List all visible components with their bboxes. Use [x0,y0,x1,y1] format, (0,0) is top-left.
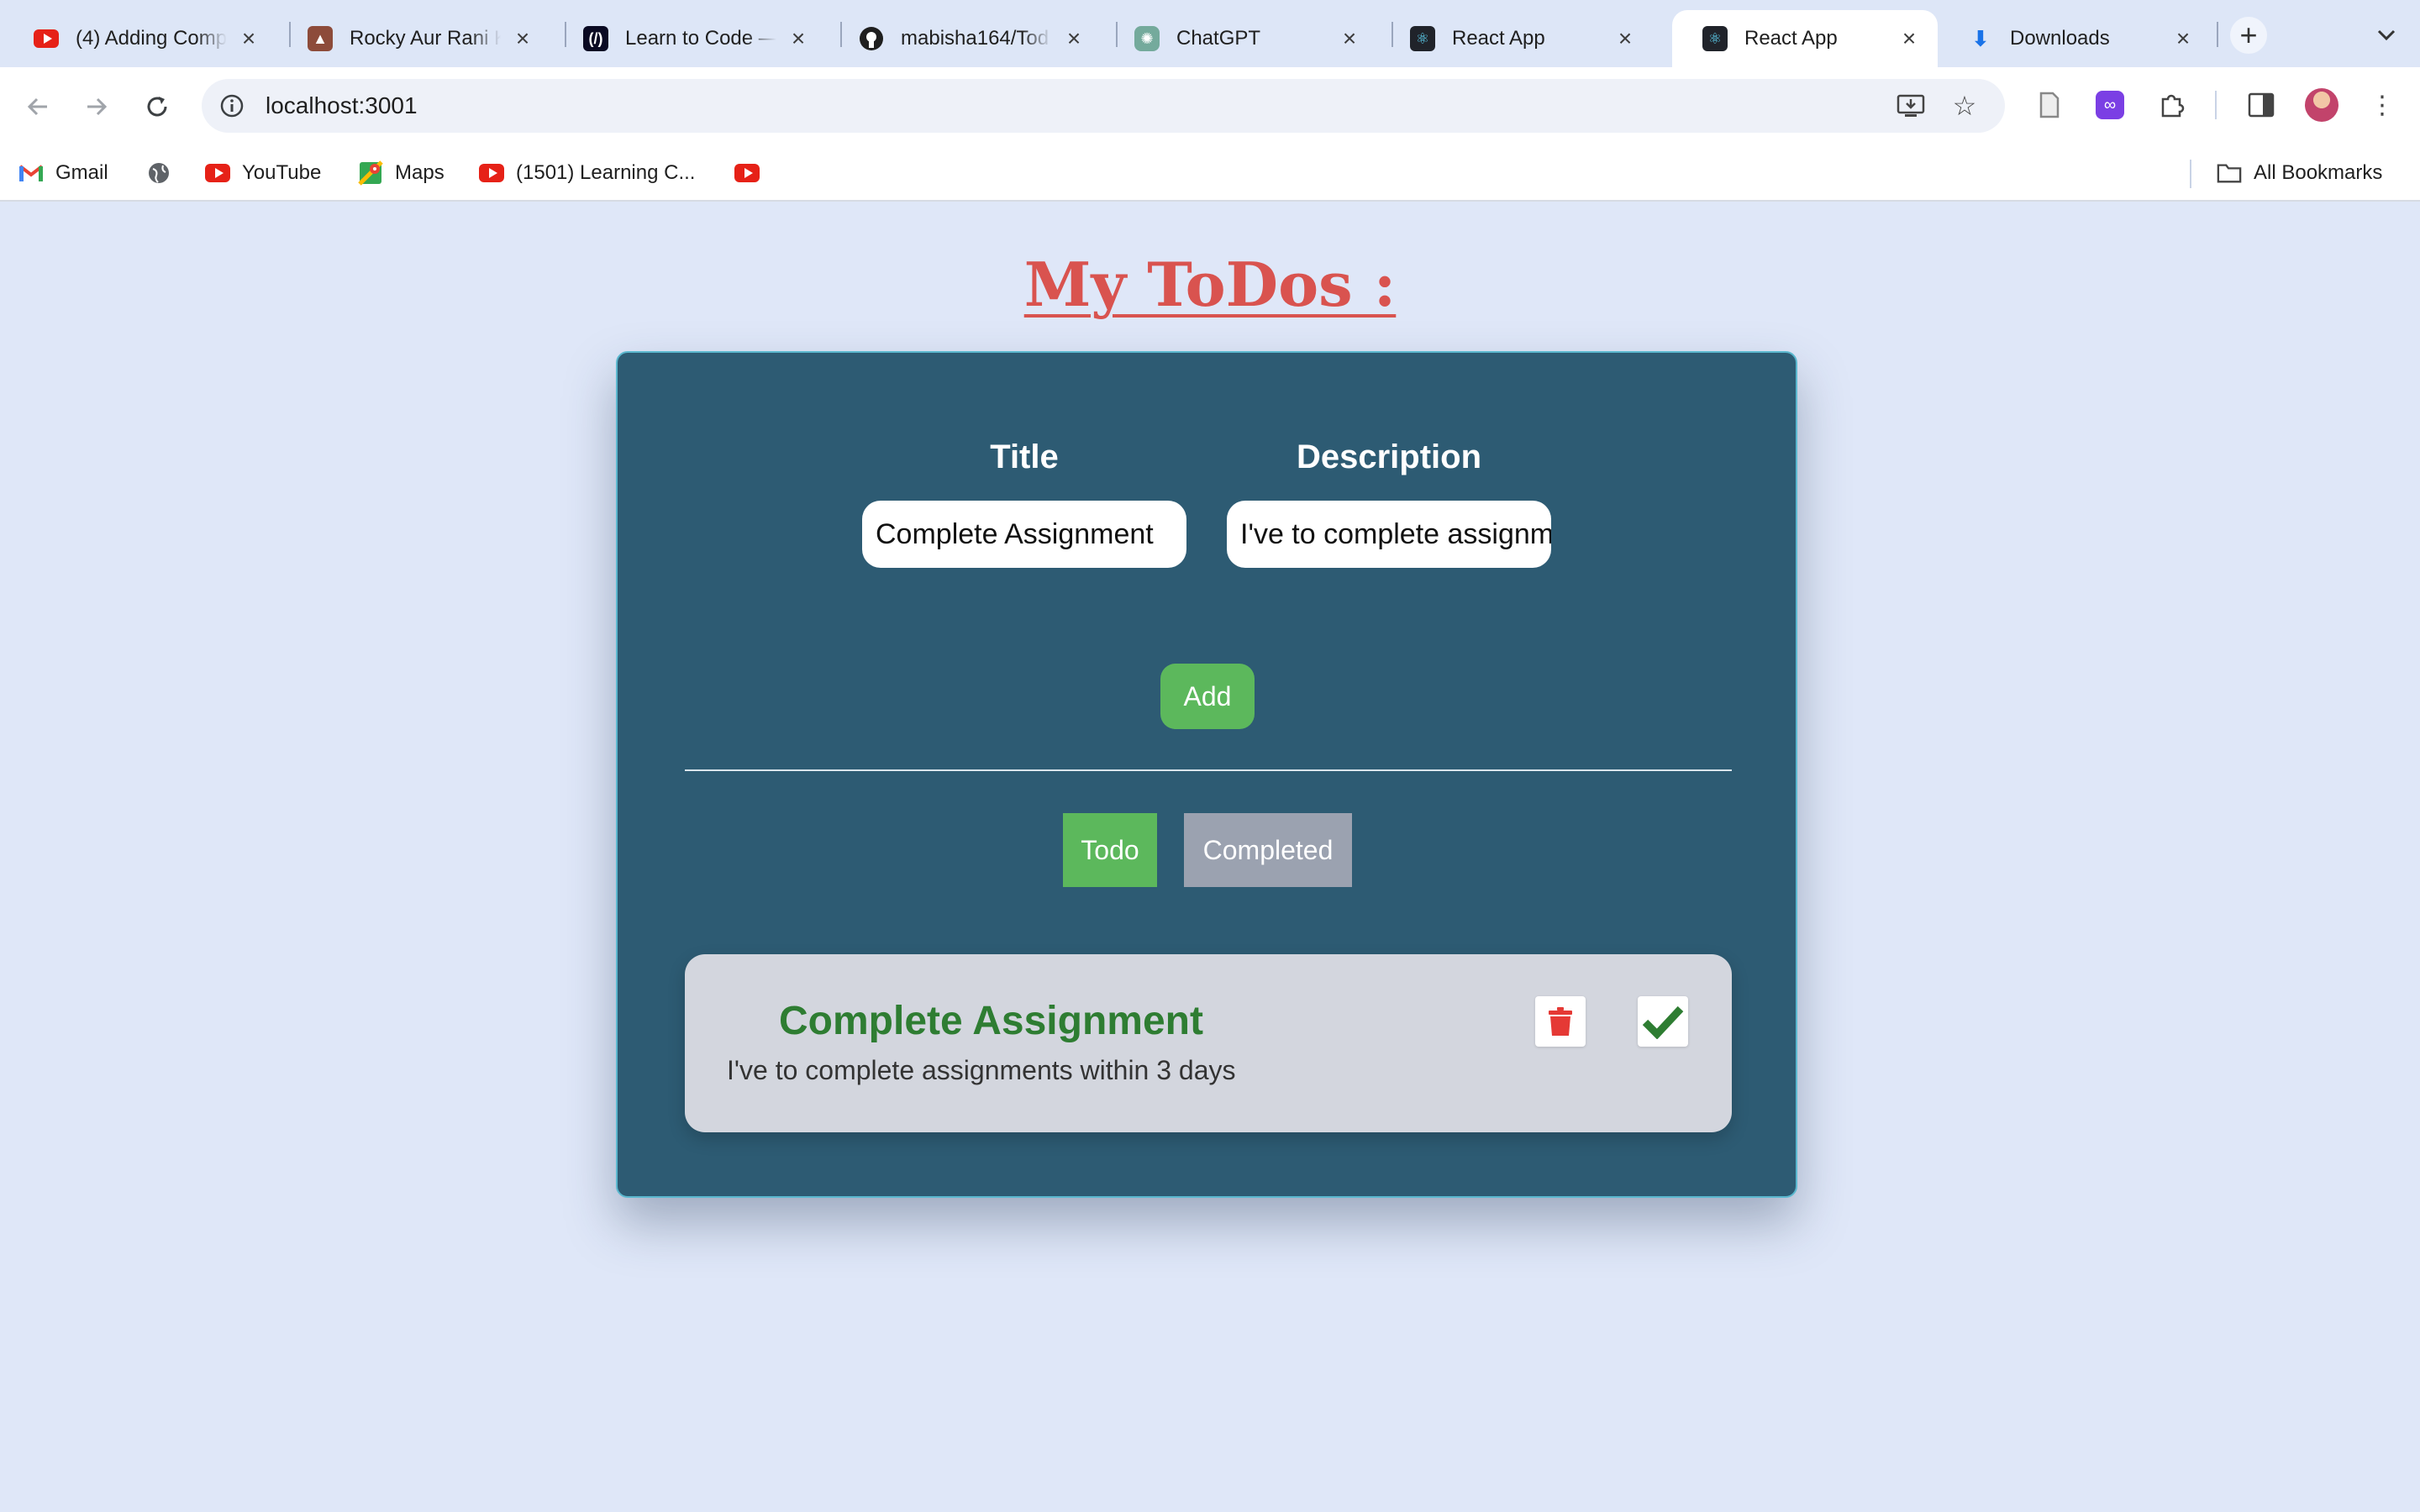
divider [685,769,1732,771]
more-menu-icon[interactable]: ⋮ [2361,84,2403,126]
delete-button[interactable] [1535,996,1586,1047]
youtube-icon [205,160,230,186]
side-panel-icon[interactable] [2240,84,2282,126]
tab-title: (4) Adding Comp [76,27,227,50]
movie-icon: ▲ [308,26,333,51]
reload-button[interactable] [136,86,178,128]
bookmark-label: Gmail [55,161,108,184]
list-item: Complete Assignment I've to complete ass… [685,954,1732,1132]
reader-mode-icon[interactable] [2028,84,2070,126]
close-icon[interactable]: × [511,27,534,50]
toolbar-divider [2215,91,2217,119]
browser-tab[interactable]: ▲ Rocky Aur Rani K × [277,10,551,67]
tab-todo[interactable]: Todo [1063,813,1157,887]
bookmark-youtube-2[interactable] [734,155,771,192]
bookmark-maps[interactable]: Maps [358,155,445,192]
site-info-icon[interactable] [215,89,249,123]
gmail-icon [18,160,44,186]
bookmarks-bar: Gmail YouTube Maps (1501) Learning C... … [0,144,2420,202]
close-icon[interactable]: × [1338,27,1361,50]
complete-button[interactable] [1638,996,1688,1047]
tab-title: Learn to Code — [625,27,776,50]
browser-tab-strip: (4) Adding Comp × ▲ Rocky Aur Rani K × (… [0,0,2420,67]
extension-icon[interactable]: ∞ [2089,84,2131,126]
tab-completed[interactable]: Completed [1184,813,1352,887]
tab-title: mabisha164/Tod [901,27,1050,50]
description-input[interactable]: I've to complete assignm [1227,501,1551,568]
youtube-icon [734,160,760,186]
tab-title: Downloads [2010,27,2110,50]
tab-title: React App [1744,27,1838,50]
arrow-left-icon [27,97,47,116]
maps-icon [358,160,383,186]
chatgpt-icon: ✺ [1134,26,1160,51]
todo-title: Complete Assignment [779,999,1203,1043]
tab-separator [2217,22,2218,47]
browser-tab[interactable]: ✺ ChatGPT × [1104,10,1378,67]
bookmarks-divider [2190,160,2191,188]
extensions-puzzle-icon[interactable] [2151,84,2193,126]
close-icon[interactable]: × [2171,27,2195,50]
bookmark-learning[interactable]: (1501) Learning C... [479,155,695,192]
react-icon: ⚛ [1410,26,1435,51]
bookmark-label: (1501) Learning C... [516,161,696,184]
bookmark-label: All Bookmarks [2254,161,2383,184]
page-title: My ToDos : [1023,249,1397,320]
bookmark-star-icon[interactable]: ☆ [1948,89,1981,123]
browser-tab[interactable]: (4) Adding Comp × [3,10,277,67]
bookmark-label: Maps [395,161,445,184]
check-icon [1642,1005,1684,1039]
description-label: Description [1296,438,1482,475]
react-icon: ⚛ [1702,26,1728,51]
todo-card: Title Description Complete Assignment I'… [616,351,1797,1198]
forward-button[interactable] [76,86,118,128]
plus-icon: + [2239,18,2258,52]
bookmark-youtube[interactable]: YouTube [205,155,321,192]
globe-icon [146,160,171,186]
title-input[interactable]: Complete Assignment [862,501,1186,568]
freecodecamp-icon: (/) [583,26,608,51]
close-icon[interactable]: × [1897,27,1921,50]
trash-icon [1549,1007,1572,1036]
arrow-right-icon [87,97,108,116]
tab-title: Rocky Aur Rani K [350,27,501,50]
todo-description: I've to complete assignments within 3 da… [727,1055,1236,1085]
tab-title: ChatGPT [1176,27,1261,50]
bookmark-label: YouTube [242,161,322,184]
url-text: localhost:3001 [266,92,418,118]
close-icon[interactable]: × [1613,27,1637,50]
close-icon[interactable]: × [237,27,260,50]
install-app-icon[interactable] [1894,89,1928,123]
github-icon [859,26,884,51]
browser-tab[interactable]: (/) Learn to Code — × [553,10,827,67]
browser-tab[interactable]: ⬇ Downloads × [1938,10,2212,67]
youtube-icon [479,160,504,186]
browser-tab[interactable]: mabisha164/Tod × [829,10,1102,67]
all-bookmarks-button[interactable]: All Bookmarks [2217,155,2382,192]
back-button[interactable] [17,86,59,128]
download-icon: ⬇ [1971,25,1990,51]
browser-tab-active[interactable]: ⚛ React App × [1672,10,1938,67]
youtube-icon [34,26,59,51]
reload-icon [147,97,167,117]
bookmark-globe[interactable] [146,155,183,192]
bookmark-gmail[interactable]: Gmail [18,155,108,192]
add-button[interactable]: Add [1160,664,1255,729]
browser-tab[interactable]: ⚛ React App × [1380,10,1654,67]
tab-title: React App [1452,27,1545,50]
close-icon[interactable]: × [1062,27,1086,50]
new-tab-button[interactable]: + [2230,17,2267,54]
folder-icon [2217,160,2242,186]
title-label: Title [990,438,1059,475]
close-icon[interactable]: × [786,27,810,50]
tab-search-button[interactable] [2368,17,2405,54]
chevron-down-icon [2377,29,2396,41]
address-bar[interactable]: localhost:3001 ☆ [202,79,2005,133]
avatar[interactable] [2301,84,2343,126]
